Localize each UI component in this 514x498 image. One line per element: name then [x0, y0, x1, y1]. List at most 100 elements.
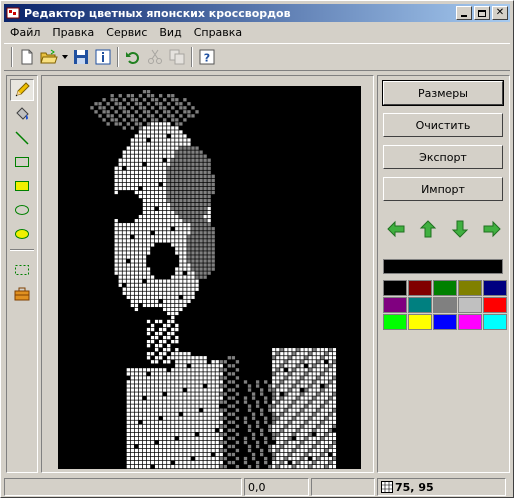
grid-cell[interactable]: [142, 464, 147, 469]
grid-cell[interactable]: [300, 392, 304, 396]
grid-cell[interactable]: [167, 142, 171, 146]
grid-cell[interactable]: [324, 396, 328, 400]
grid-cell[interactable]: [167, 335, 171, 340]
grid-cell[interactable]: [138, 388, 143, 392]
grid-cell[interactable]: [219, 368, 223, 372]
grid-cell[interactable]: [179, 356, 183, 360]
grid-cell[interactable]: [146, 202, 151, 207]
grid-cell[interactable]: [150, 416, 155, 420]
grid-cell[interactable]: [211, 404, 215, 408]
grid-cell[interactable]: [130, 460, 135, 465]
grid-cell[interactable]: [300, 372, 304, 376]
grid-cell[interactable]: [203, 215, 207, 219]
grid-cell[interactable]: [134, 102, 139, 106]
grid-cell[interactable]: [130, 420, 135, 424]
grid-cell[interactable]: [122, 259, 126, 263]
grid-cell[interactable]: [187, 202, 191, 207]
grid-cell[interactable]: [138, 267, 143, 271]
grid-cell[interactable]: [171, 303, 175, 308]
grid-cell[interactable]: [130, 396, 135, 400]
grid-cell[interactable]: [324, 404, 328, 408]
grid-cell[interactable]: [304, 396, 308, 400]
grid-cell[interactable]: [146, 150, 151, 154]
grid-cell[interactable]: [134, 287, 139, 291]
grid-cell[interactable]: [199, 364, 203, 368]
grid-cell[interactable]: [284, 352, 288, 356]
grid-cell[interactable]: [122, 267, 126, 271]
grid-cell[interactable]: [163, 368, 167, 372]
grid-cell[interactable]: [171, 339, 175, 344]
grid-cell[interactable]: [187, 190, 191, 195]
grid-cell[interactable]: [150, 408, 155, 412]
grid-cell[interactable]: [154, 416, 159, 420]
grid-cell[interactable]: [179, 223, 183, 227]
grid-cell[interactable]: [175, 348, 179, 352]
grid-cell[interactable]: [227, 452, 231, 457]
grid-cell[interactable]: [130, 448, 135, 453]
grid-cell[interactable]: [138, 223, 143, 227]
grid-cell[interactable]: [324, 356, 328, 360]
grid-cell[interactable]: [183, 448, 187, 453]
grid-cell[interactable]: [126, 392, 130, 396]
grid-cell[interactable]: [304, 420, 308, 424]
grid-cell[interactable]: [272, 356, 276, 360]
grid-cell[interactable]: [122, 263, 126, 267]
grid-cell[interactable]: [272, 364, 276, 368]
grid-cell[interactable]: [146, 420, 151, 424]
grid-cell[interactable]: [163, 146, 167, 150]
grid-cell[interactable]: [219, 440, 223, 445]
grid-cell[interactable]: [207, 392, 211, 396]
grid-cell[interactable]: [316, 444, 320, 449]
grid-cell[interactable]: [134, 380, 139, 384]
grid-cell[interactable]: [179, 263, 183, 267]
grid-cell[interactable]: [175, 372, 179, 376]
grid-cell[interactable]: [146, 424, 151, 428]
grid-cell[interactable]: [328, 408, 332, 412]
grid-cell[interactable]: [276, 452, 280, 457]
grid-cell[interactable]: [296, 416, 300, 420]
grid-cell[interactable]: [251, 396, 256, 400]
grid-cell[interactable]: [142, 138, 147, 142]
grid-cell[interactable]: [122, 126, 126, 130]
grid-cell[interactable]: [199, 368, 203, 372]
grid-cell[interactable]: [98, 106, 102, 110]
grid-cell[interactable]: [171, 134, 175, 138]
grid-cell[interactable]: [296, 380, 300, 384]
grid-cell[interactable]: [312, 376, 316, 380]
grid-cell[interactable]: [150, 380, 155, 384]
grid-cell[interactable]: [183, 283, 187, 287]
grid-cell[interactable]: [219, 424, 223, 428]
grid-cell[interactable]: [191, 210, 195, 215]
grid-cell[interactable]: [171, 432, 175, 437]
grid-cell[interactable]: [215, 396, 219, 400]
grid-cell[interactable]: [272, 464, 276, 469]
grid-cell[interactable]: [207, 452, 211, 457]
grid-cell[interactable]: [142, 190, 147, 195]
palette-swatch[interactable]: [483, 280, 507, 296]
grid-cell[interactable]: [146, 219, 151, 223]
grid-cell[interactable]: [171, 198, 175, 203]
grid-cell[interactable]: [195, 356, 199, 360]
grid-cell[interactable]: [316, 396, 320, 400]
grid-cell[interactable]: [138, 295, 143, 299]
grid-cell[interactable]: [292, 364, 296, 368]
grid-cell[interactable]: [146, 130, 151, 134]
grid-cell[interactable]: [167, 331, 171, 336]
grid-cell[interactable]: [126, 267, 130, 271]
grid-cell[interactable]: [150, 134, 155, 138]
grid-cell[interactable]: [175, 98, 179, 102]
grid-cell[interactable]: [276, 440, 280, 445]
grid-cell[interactable]: [215, 408, 219, 412]
grid-cell[interactable]: [308, 408, 312, 412]
grid-cell[interactable]: [146, 251, 151, 255]
grid-cell[interactable]: [215, 420, 219, 424]
grid-cell[interactable]: [300, 400, 304, 404]
grid-cell[interactable]: [195, 178, 199, 183]
grid-cell[interactable]: [324, 408, 328, 412]
grid-cell[interactable]: [308, 452, 312, 457]
grid-cell[interactable]: [328, 432, 332, 437]
grid-cell[interactable]: [167, 396, 171, 400]
grid-cell[interactable]: [203, 380, 207, 384]
grid-cell[interactable]: [288, 424, 292, 428]
grid-cell[interactable]: [272, 436, 276, 441]
